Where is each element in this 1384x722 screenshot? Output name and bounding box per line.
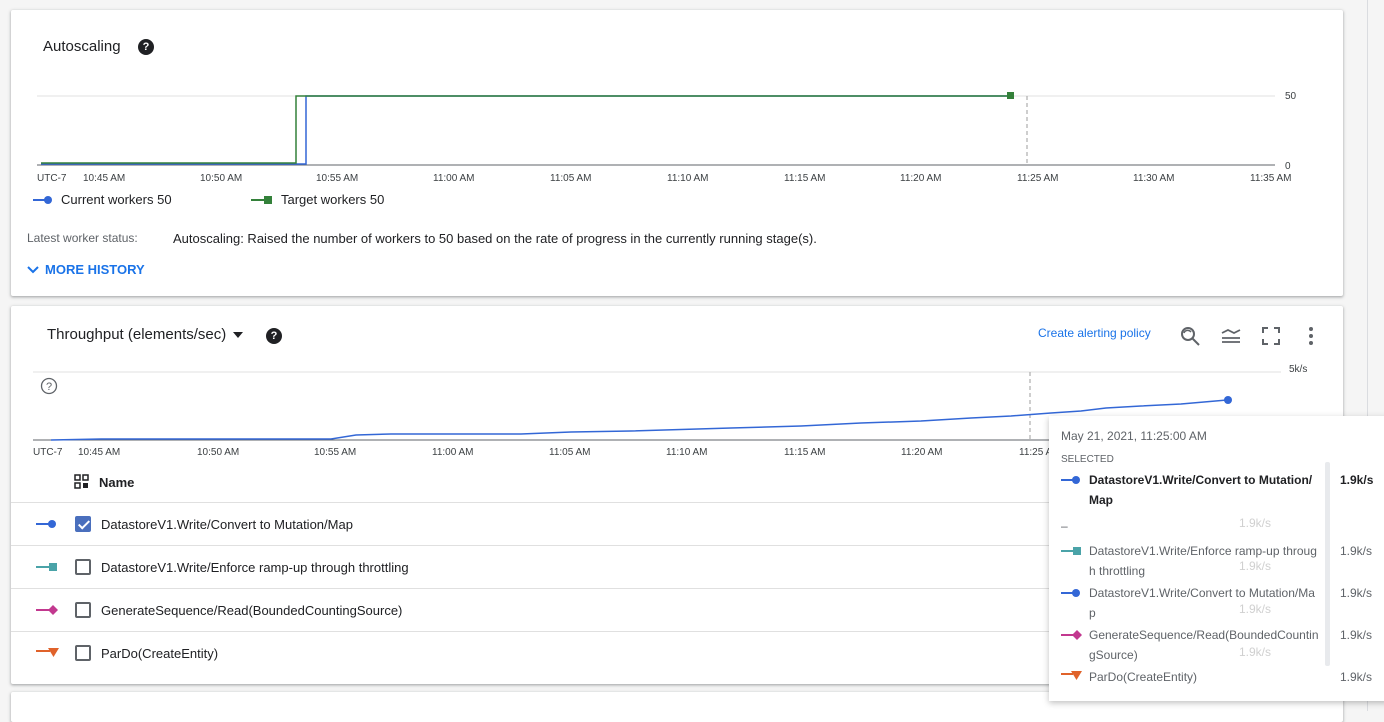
x-tick: 10:45 AM — [78, 447, 121, 458]
caret-down-icon — [233, 331, 244, 338]
tooltip-series-value: 1.9k/s — [1340, 628, 1373, 642]
tooltip-series-value: 1.9k/s — [1340, 544, 1373, 558]
circle-marker-icon — [1061, 589, 1080, 597]
x-tick: UTC-7 — [37, 173, 67, 184]
row-checkbox[interactable] — [75, 559, 91, 575]
legend-value: 50 — [157, 192, 172, 207]
zoom-reset-icon[interactable] — [1178, 324, 1202, 348]
create-alerting-policy-link[interactable]: Create alerting policy — [1038, 326, 1151, 340]
more-history-button[interactable]: MORE HISTORY — [26, 262, 145, 277]
x-tick: 11:05 AM — [549, 447, 591, 458]
tooltip-selected-row: DatastoreV1.Write/Convert to Mutation/Ma… — [1061, 470, 1381, 510]
x-tick: 11:30 AM — [1133, 173, 1175, 184]
x-tick: 11:00 AM — [432, 447, 474, 458]
x-tick: 11:35 AM — [1250, 173, 1292, 184]
triangle-marker-icon — [36, 648, 59, 657]
series-current-workers — [41, 95, 1011, 165]
tooltip-item: DatastoreV1.Write/Convert to Mutation/Ma… — [1061, 583, 1381, 623]
tooltip-selected-label: SELECTED — [1061, 454, 1114, 465]
tooltip-series-name: DatastoreV1.Write/Convert to Mutation/Ma… — [1089, 473, 1313, 507]
row-name: GenerateSequence/Read(BoundedCountingSou… — [101, 602, 403, 618]
autoscaling-card: Autoscaling ? 50 0 UTC-7 10:45 AM 10:50 … — [11, 10, 1343, 296]
x-tick: 10:45 AM — [83, 173, 126, 184]
x-tick: 11:00 AM — [433, 173, 475, 184]
tooltip-series-value: 1.9k/s — [1340, 473, 1374, 487]
x-tick: 10:50 AM — [197, 447, 240, 458]
autoscaling-x-axis: UTC-7 10:45 AM 10:50 AM 10:55 AM 11:00 A… — [11, 173, 1331, 187]
table-header: Name — [11, 461, 1051, 503]
square-marker-icon — [251, 195, 272, 204]
autoscaling-title: Autoscaling — [43, 38, 121, 55]
worker-status-label: Latest worker status: — [27, 231, 138, 245]
row-name: DatastoreV1.Write/Convert to Mutation/Ma… — [101, 516, 353, 532]
circle-marker-icon — [1061, 476, 1080, 484]
legend-target-workers[interactable]: Target workers 50 — [251, 192, 384, 207]
fullscreen-icon[interactable] — [1259, 324, 1283, 348]
table-row[interactable]: DatastoreV1.Write/Convert to Mutation/Ma… — [11, 502, 1051, 545]
legend-current-workers[interactable]: Current workers 50 — [33, 192, 172, 207]
target-workers-point — [1007, 92, 1014, 99]
x-tick: 10:55 AM — [314, 447, 357, 458]
legend-label: Current workers — [61, 192, 154, 207]
x-tick: 11:15 AM — [784, 447, 826, 458]
throughput-title: Throughput (elements/sec) — [47, 326, 227, 343]
legend-label: Target workers — [281, 192, 367, 207]
x-tick: 11:10 AM — [666, 447, 708, 458]
tooltip-series-value: 1.9k/s — [1340, 670, 1373, 684]
series-target-workers — [41, 95, 1011, 164]
row-checkbox[interactable] — [75, 602, 91, 618]
triangle-marker-icon — [1061, 671, 1082, 680]
x-tick: 10:50 AM — [200, 173, 243, 184]
column-chooser-icon[interactable] — [74, 474, 90, 490]
tooltip-item: GenerateSequence/Read(BoundedCountingSou… — [1061, 625, 1381, 665]
name-column-header[interactable]: Name — [99, 475, 134, 490]
more-history-label: MORE HISTORY — [45, 262, 145, 277]
legend-toggle-icon[interactable] — [1219, 324, 1243, 348]
chart-tooltip: May 21, 2021, 11:25:00 AM SELECTED 1.9k/… — [1049, 416, 1384, 701]
diamond-marker-icon — [36, 605, 58, 615]
square-marker-icon — [1061, 547, 1081, 555]
table-row[interactable]: GenerateSequence/Read(BoundedCountingSou… — [11, 588, 1051, 631]
x-tick: 11:10 AM — [667, 173, 709, 184]
tooltip-series-name: DatastoreV1.Write/Enforce ramp-up throug… — [1089, 544, 1317, 578]
table-row[interactable]: DatastoreV1.Write/Enforce ramp-up throug… — [11, 545, 1051, 588]
row-checkbox[interactable] — [75, 645, 91, 661]
x-tick: 11:20 AM — [900, 173, 942, 184]
series-last-point — [1224, 396, 1232, 404]
circle-marker-icon — [36, 520, 56, 528]
x-tick: 11:05 AM — [550, 173, 592, 184]
row-name: ParDo(CreateEntity) — [101, 645, 219, 661]
tooltip-series-value: 1.9k/s — [1340, 586, 1373, 600]
throughput-title-dropdown[interactable]: Throughput (elements/sec) — [47, 326, 244, 343]
y-tick-0: 0 — [1285, 161, 1291, 172]
tooltip-series-name: DatastoreV1.Write/Convert to Mutation/Ma… — [1089, 586, 1315, 620]
x-tick: UTC-7 — [33, 447, 63, 458]
x-tick: 11:25 AM — [1017, 173, 1059, 184]
diamond-marker-icon — [1061, 630, 1082, 640]
tooltip-series-name: ParDo(CreateEntity) — [1089, 670, 1198, 684]
help-icon[interactable]: ? — [138, 39, 154, 55]
row-checkbox[interactable] — [75, 516, 91, 532]
x-tick: 11:15 AM — [784, 173, 826, 184]
tooltip-item: ParDo(CreateEntity) 1.9k/s — [1061, 667, 1381, 687]
legend-value: 50 — [369, 192, 385, 207]
worker-status-text: Autoscaling: Raised the number of worker… — [173, 231, 817, 246]
square-marker-icon — [36, 563, 57, 571]
y-tick-5k: 5k/s — [1289, 364, 1307, 375]
tooltip-item: DatastoreV1.Write/Enforce ramp-up throug… — [1061, 541, 1381, 581]
help-icon[interactable]: ? — [266, 328, 282, 344]
tooltip-date: May 21, 2021, 11:25:00 AM — [1061, 429, 1207, 443]
chevron-down-icon — [27, 265, 39, 273]
circle-marker-icon — [33, 195, 52, 204]
x-tick: 11:20 AM — [901, 447, 943, 458]
table-row[interactable]: ParDo(CreateEntity) — [11, 631, 1051, 674]
row-name: DatastoreV1.Write/Enforce ramp-up throug… — [101, 559, 409, 575]
more-vert-icon[interactable] — [1299, 324, 1323, 348]
tooltip-separator: – — [1061, 519, 1068, 533]
x-tick: 10:55 AM — [316, 173, 359, 184]
faded-value: 1.9k/s — [1239, 516, 1272, 530]
y-tick-50: 50 — [1285, 91, 1297, 102]
tooltip-series-name: GenerateSequence/Read(BoundedCountingSou… — [1089, 628, 1319, 662]
